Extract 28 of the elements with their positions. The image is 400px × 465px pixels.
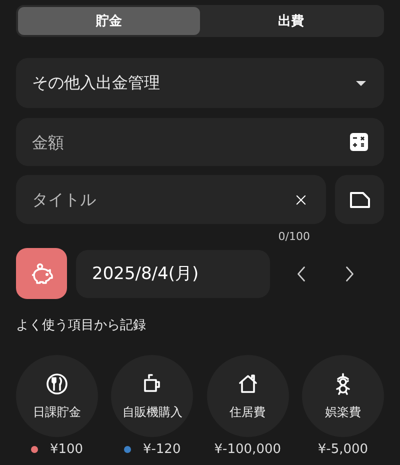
amount-text: ¥100 (50, 442, 84, 457)
clear-icon (294, 192, 308, 206)
date-value: 2025/8/4(月) (92, 263, 199, 285)
quick-entry-button[interactable]: 自販機購入 (111, 355, 194, 437)
note-button[interactable] (335, 175, 384, 224)
piggy-bank-button[interactable] (16, 248, 67, 299)
quick-entry-button[interactable]: 日課貯金 (16, 355, 98, 437)
quick-entry-button[interactable]: 住居費 (206, 355, 289, 437)
dropdown-caret-icon (356, 80, 366, 86)
amount-text: ¥-5,000 (318, 442, 368, 457)
piggy-bank-icon (30, 262, 54, 284)
amount-field[interactable]: 金額 (16, 118, 384, 166)
cutlery-icon (45, 372, 69, 396)
date-field[interactable]: 2025/8/4(月) (76, 250, 270, 298)
amount-input[interactable]: 金額 (32, 132, 350, 152)
amount-text: ¥-120 (142, 442, 181, 457)
title-input[interactable]: タイトル (32, 190, 294, 209)
dropdown-value: その他入出金管理 (32, 72, 160, 94)
note-icon (348, 190, 370, 210)
tab[interactable]: 貯金 (18, 7, 200, 35)
section-heading: よく使う項目から記録 (16, 317, 147, 334)
title-field[interactable]: タイトル (16, 175, 326, 224)
character-counter: 0/100 (278, 230, 310, 243)
quick-entry-button[interactable]: 娯楽費 (302, 355, 384, 437)
category-dropdown[interactable]: その他入出金管理 (16, 58, 384, 108)
tab[interactable]: 出費 (200, 7, 382, 35)
amount-text: ¥-100,000 (214, 442, 282, 457)
calculator-icon[interactable] (350, 133, 368, 151)
